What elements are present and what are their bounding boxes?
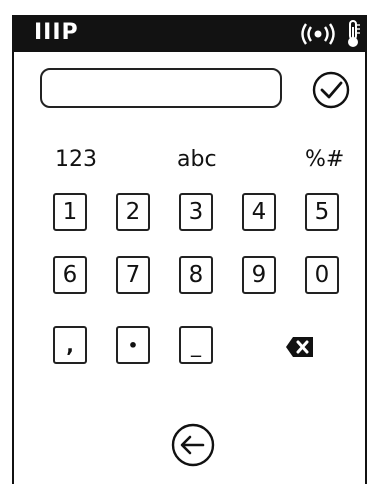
key-4[interactable]: 4 [242, 193, 276, 231]
check-circle-icon[interactable] [311, 70, 351, 110]
text-input-field[interactable] [40, 68, 282, 108]
key-3[interactable]: 3 [179, 193, 213, 231]
key-2[interactable]: 2 [116, 193, 150, 231]
wireless-signal-icon [301, 23, 335, 45]
thermometer-icon [348, 20, 360, 47]
status-bar: IIIP [12, 15, 367, 52]
tab-symbols[interactable]: %# [305, 147, 344, 172]
key-comma[interactable]: , [53, 326, 87, 364]
key-8[interactable]: 8 [179, 256, 213, 294]
key-6[interactable]: 6 [53, 256, 87, 294]
key-9[interactable]: 9 [242, 256, 276, 294]
backspace-icon[interactable] [285, 335, 315, 359]
key-underscore[interactable]: _ [179, 326, 213, 364]
key-5[interactable]: 5 [305, 193, 339, 231]
back-arrow-icon[interactable] [170, 422, 216, 468]
tab-alphabetic[interactable]: abc [177, 147, 217, 172]
key-7[interactable]: 7 [116, 256, 150, 294]
key-0[interactable]: 0 [305, 256, 339, 294]
app-title: IIIP [34, 20, 79, 45]
key-1[interactable]: 1 [53, 193, 87, 231]
tab-numeric[interactable]: 123 [55, 147, 97, 172]
key-period[interactable]: • [116, 326, 150, 364]
